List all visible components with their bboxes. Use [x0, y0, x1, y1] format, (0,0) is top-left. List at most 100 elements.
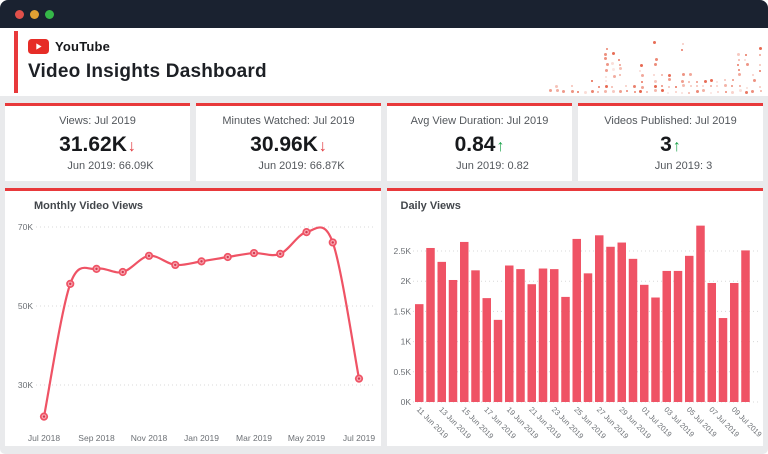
y-axis-tick-label: 1.5K [393, 306, 411, 316]
zoom-window-button[interactable] [45, 10, 54, 19]
line-marker[interactable] [66, 280, 74, 288]
header-accent-stripe [14, 31, 18, 93]
y-axis-tick-label: 30K [18, 380, 33, 390]
bar[interactable] [595, 235, 604, 402]
bar[interactable] [662, 271, 671, 402]
close-window-button[interactable] [15, 10, 24, 19]
kpi-value: 0.84 [455, 133, 496, 156]
kpi-subvalue: Jun 2019: 66.87K [209, 160, 394, 172]
bar[interactable] [583, 273, 592, 402]
dashboard-header: YouTube Video Insights Dashboard [0, 28, 768, 96]
kpi-value: 30.96K [250, 133, 318, 156]
bar[interactable] [527, 284, 536, 402]
bar[interactable] [550, 269, 559, 402]
y-axis-tick-label: 0K [400, 397, 411, 407]
line-marker[interactable] [197, 257, 205, 265]
kpi-card-minutes-watched: Minutes Watched: Jul 2019 30.96K↓ Jun 20… [196, 103, 381, 181]
y-axis-tick-label: 0.5K [393, 367, 411, 377]
x-axis-tick-label: Jul 2018 [28, 433, 60, 443]
bar[interactable] [448, 280, 457, 402]
bar[interactable] [707, 283, 716, 402]
kpi-card-views: Views: Jul 2019 31.62K↓ Jun 2019: 66.09K [5, 103, 190, 181]
line-marker[interactable] [171, 261, 179, 269]
x-axis-tick-label: Jan 2019 [184, 433, 219, 443]
window-titlebar [0, 0, 768, 28]
bar[interactable] [730, 283, 739, 402]
x-axis-tick-label: Mar 2019 [236, 433, 272, 443]
bar[interactable] [606, 247, 615, 402]
kpi-value-row: 3↑ [578, 134, 763, 158]
x-axis-tick-label: Sep 2018 [78, 433, 115, 443]
brand-label: YouTube [55, 39, 110, 54]
line-marker[interactable] [355, 375, 363, 383]
kpi-title: Views: Jul 2019 [5, 115, 190, 127]
bar[interactable] [572, 239, 581, 402]
bar[interactable] [617, 243, 626, 402]
kpi-subvalue: Jun 2019: 0.82 [400, 160, 585, 172]
kpi-value: 31.62K [59, 133, 127, 156]
bar[interactable] [628, 259, 637, 402]
x-axis-tick-label: Nov 2018 [131, 433, 168, 443]
bar[interactable] [651, 298, 660, 402]
youtube-logo-icon [28, 39, 49, 54]
bar[interactable] [505, 266, 514, 403]
kpi-value-row: 0.84↑ [387, 134, 572, 158]
page-title: Video Insights Dashboard [28, 61, 267, 83]
trend-up-icon: ↑ [673, 138, 681, 155]
monthly-views-panel: Monthly Video Views 70K50K30KJul 2018Sep… [5, 188, 381, 446]
y-axis-tick-label: 50K [18, 301, 33, 311]
bar[interactable] [538, 269, 547, 402]
kpi-subvalue: Jun 2019: 66.09K [18, 160, 203, 172]
kpi-title: Minutes Watched: Jul 2019 [196, 115, 381, 127]
app-window: YouTube Video Insights Dashboard Views: … [0, 0, 768, 454]
line-marker[interactable] [145, 252, 153, 260]
x-axis-tick-label: Jul 2019 [343, 433, 375, 443]
kpi-value: 3 [660, 133, 672, 156]
kpi-card-avg-view-duration: Avg View Duration: Jul 2019 0.84↑ Jun 20… [387, 103, 572, 181]
line-marker[interactable] [92, 265, 100, 273]
kpi-value-row: 30.96K↓ [196, 134, 381, 158]
bar[interactable] [696, 226, 705, 402]
y-axis-tick-label: 1K [400, 337, 411, 347]
bar[interactable] [471, 270, 480, 402]
trend-down-icon: ↓ [319, 138, 327, 155]
bar[interactable] [741, 250, 750, 402]
kpi-title: Videos Published: Jul 2019 [578, 115, 763, 127]
trend-up-icon: ↑ [496, 138, 504, 155]
y-axis-tick-label: 70K [18, 222, 33, 232]
charts-row: Monthly Video Views 70K50K30KJul 2018Sep… [0, 181, 768, 446]
kpi-card-videos-published: Videos Published: Jul 2019 3↑ Jun 2019: … [578, 103, 763, 181]
kpi-row: Views: Jul 2019 31.62K↓ Jun 2019: 66.09K… [0, 96, 768, 181]
kpi-subvalue: Jun 2019: 3 [591, 160, 768, 172]
decorative-dot-pattern [549, 32, 764, 94]
kpi-value-row: 31.62K↓ [5, 134, 190, 158]
line-marker[interactable] [250, 249, 258, 257]
line-marker[interactable] [119, 268, 127, 276]
line-marker[interactable] [276, 250, 284, 258]
bar[interactable] [718, 318, 727, 402]
monthly-views-line [44, 227, 359, 416]
bar[interactable] [482, 298, 491, 402]
bar[interactable] [685, 256, 694, 402]
bar[interactable] [640, 285, 649, 402]
brand-row: YouTube [28, 39, 110, 54]
trend-down-icon: ↓ [128, 138, 136, 155]
minimize-window-button[interactable] [30, 10, 39, 19]
bar[interactable] [426, 248, 435, 402]
bar[interactable] [561, 297, 570, 402]
bar[interactable] [673, 271, 682, 402]
line-marker[interactable] [302, 228, 310, 236]
y-axis-tick-label: 2.5K [393, 246, 411, 256]
bar[interactable] [516, 269, 525, 402]
y-axis-tick-label: 2K [400, 276, 411, 286]
bar[interactable] [437, 262, 446, 402]
kpi-title: Avg View Duration: Jul 2019 [387, 115, 572, 127]
bar[interactable] [415, 304, 424, 402]
line-marker[interactable] [329, 238, 337, 246]
line-marker[interactable] [40, 413, 48, 421]
bar[interactable] [493, 320, 502, 402]
daily-views-panel: Daily Views 2.5K2K1.5K1K0.5K0K11 Jun 201… [387, 188, 764, 446]
bar[interactable] [460, 242, 469, 402]
x-axis-tick-label: May 2019 [288, 433, 326, 443]
line-marker[interactable] [224, 253, 232, 261]
